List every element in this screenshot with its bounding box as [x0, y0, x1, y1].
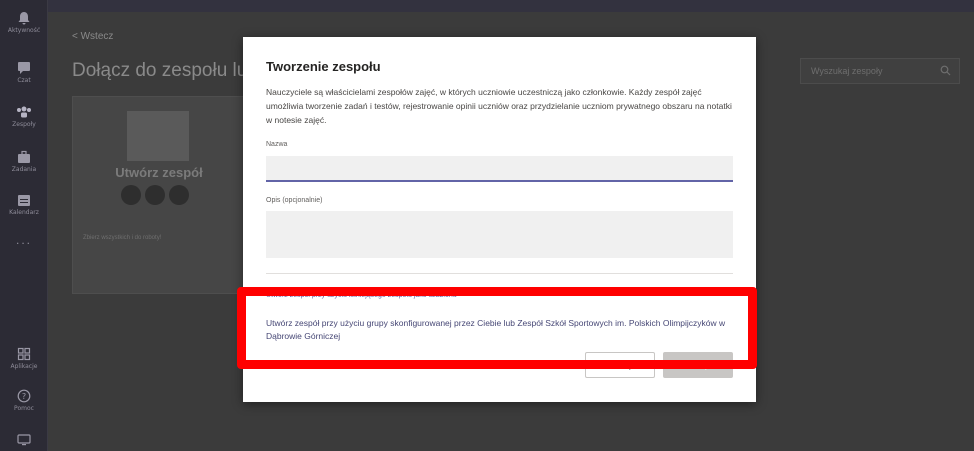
more-icon: ... — [15, 233, 32, 247]
apps-icon — [17, 347, 31, 360]
search-placeholder: Wyszukaj zespoły — [811, 66, 883, 76]
rail-more[interactable]: ... — [0, 220, 48, 260]
card-subtitle: Zbierz wszystkich i do roboty! — [83, 235, 162, 241]
teams-icon — [17, 106, 31, 117]
rail-apps[interactable]: Aplikacje — [0, 338, 48, 378]
bell-icon — [18, 11, 30, 24]
divider — [266, 273, 733, 274]
search-box[interactable]: Wyszukaj zespoły — [800, 58, 960, 84]
rail-calendar[interactable]: Kalendarz — [0, 184, 48, 224]
description-field[interactable] — [266, 211, 733, 258]
top-bar — [48, 0, 974, 12]
briefcase-icon — [18, 150, 30, 163]
avatar — [121, 185, 141, 205]
description-label: Opis (opcjonalnie) — [266, 197, 323, 204]
name-label: Nazwa — [266, 141, 288, 148]
card-title: Utwórz zespół — [115, 165, 203, 180]
highlight-frame — [237, 287, 757, 369]
app-rail: Aktywność Czat Zespoły Zadania Kalendarz… — [0, 0, 48, 451]
rail-assignments[interactable]: Zadania — [0, 141, 48, 181]
help-icon: ? — [17, 389, 31, 402]
search-icon — [940, 65, 951, 76]
avatar — [145, 185, 165, 205]
create-team-card[interactable]: Utwórz zespół Zbierz wszystkich i do rob… — [72, 96, 244, 294]
chat-icon — [18, 61, 30, 74]
rail-activity[interactable]: Aktywność — [0, 2, 48, 42]
name-field[interactable] — [266, 156, 733, 182]
dialog-title: Tworzenie zespołu — [266, 59, 381, 74]
dialog-description: Nauczyciele są właścicielami zespołów za… — [266, 87, 732, 125]
avatar-group — [121, 185, 189, 205]
avatar — [169, 185, 189, 205]
rail-chat[interactable]: Czat — [0, 52, 48, 92]
rail-help[interactable]: ? Pomoc — [0, 380, 48, 420]
team-illustration — [127, 111, 189, 161]
device-icon — [17, 434, 31, 446]
rail-device[interactable] — [0, 420, 48, 451]
svg-text:?: ? — [22, 392, 26, 401]
rail-teams[interactable]: Zespoły — [0, 96, 48, 136]
calendar-icon — [18, 194, 30, 206]
back-link[interactable]: < Wstecz — [72, 31, 113, 42]
